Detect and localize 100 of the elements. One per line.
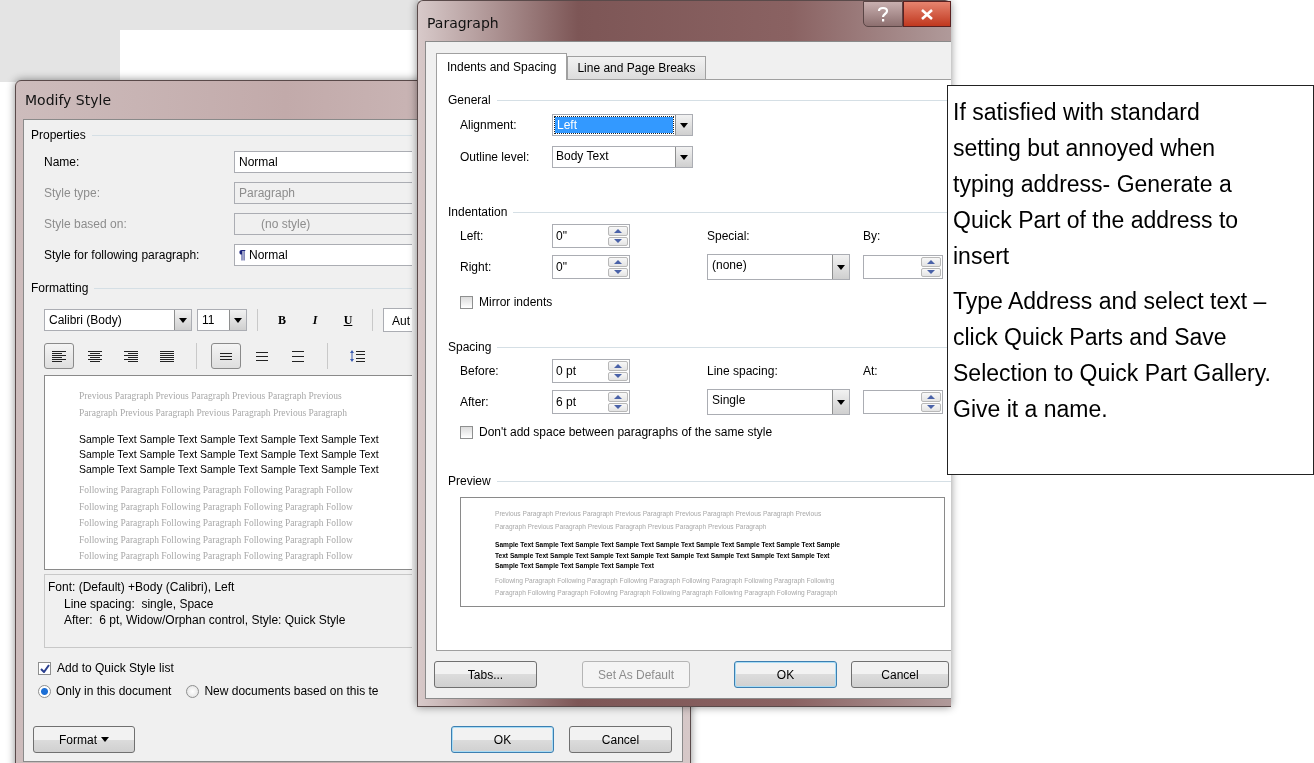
down-arrow-icon — [614, 405, 622, 410]
radio-label[interactable]: Only in this document — [56, 684, 172, 698]
dialog-button[interactable]: OK — [734, 661, 837, 688]
text-field[interactable]: Normal — [234, 151, 412, 173]
text-field[interactable]: ¶ Normal — [234, 244, 412, 266]
spacing-lines-icon — [292, 350, 304, 362]
single-spacing-button[interactable] — [211, 343, 241, 369]
radio-label[interactable]: New documents based on this te — [204, 684, 379, 698]
previous-paragraph-text: Previous Paragraph Previous Paragraph Previous Paragraph Previous Paragraph Previous Paragraph Previous Paragraph Previous Paragraph — [79, 390, 349, 420]
dropdown[interactable]: 11 — [197, 309, 247, 331]
up-arrow-icon — [614, 259, 622, 264]
group-heading: Properties — [31, 128, 86, 142]
help-button[interactable] — [863, 1, 903, 27]
spin-field[interactable]: 0" — [552, 224, 630, 248]
spin-up-button[interactable] — [608, 392, 628, 402]
dialog-button[interactable]: Cancel — [851, 661, 949, 688]
up-arrow-icon — [614, 394, 622, 399]
caret-icon — [680, 122, 688, 128]
spin-down-button[interactable] — [608, 267, 628, 277]
group-heading: General — [448, 93, 491, 107]
dropdown[interactable]: (none) — [707, 254, 850, 280]
field-label: Style for following paragraph: — [44, 248, 201, 262]
spin-down-button[interactable] — [608, 236, 628, 246]
caret-icon — [234, 317, 242, 323]
checkbox[interactable] — [460, 425, 473, 439]
note-text: Type Address and select text – click Quick Parts and Save Selection to Quick Part Gallery. Give it a name. — [953, 287, 1272, 424]
alignment-lines-icon — [160, 350, 174, 362]
checkbox-label[interactable]: Mirror indents — [479, 295, 553, 309]
group-heading: Preview — [448, 474, 491, 488]
caret-icon — [837, 399, 845, 405]
caret-icon — [101, 737, 109, 742]
format-menu-button[interactable]: Format — [33, 726, 135, 753]
caret-icon — [680, 154, 688, 160]
close-button[interactable] — [903, 1, 951, 27]
group-heading: Indentation — [448, 205, 508, 219]
bold-button[interactable]: B — [268, 309, 296, 331]
spin-down-button[interactable] — [608, 402, 628, 412]
spin-field[interactable]: 0" — [552, 255, 630, 279]
spin-field[interactable] — [863, 390, 943, 414]
field-label: Name: — [44, 155, 81, 169]
spin-down-button[interactable] — [921, 267, 941, 277]
spin-field[interactable]: 0 pt — [552, 359, 630, 383]
radio-button[interactable] — [38, 684, 51, 698]
radio-button[interactable] — [186, 684, 200, 698]
dropdown[interactable]: Calibri (Body) — [44, 309, 192, 331]
spin-up-button[interactable] — [608, 226, 628, 236]
spin-up-button[interactable] — [921, 392, 941, 402]
dialog-button[interactable]: Cancel — [569, 726, 672, 753]
spin-up-button[interactable] — [921, 257, 941, 267]
question-mark-icon — [877, 6, 889, 22]
checkmark-icon — [39, 663, 50, 673]
up-arrow-icon — [614, 228, 622, 233]
field-label: Style type: — [44, 186, 102, 200]
dropdown[interactable]: Body Text — [552, 146, 693, 168]
caret-icon — [179, 317, 187, 323]
following-paragraph-text: Following Paragraph Following Paragraph Following Paragraph Follow Following Paragraph Following Paragraph Following Paragraph Follow Following Paragraph Following Paragraph Following Paragraph Follow Following Paragraph Following Paragraph Following Paragraph Follow Following Paragraph Following Paragraph Following Paragraph Follow — [79, 484, 354, 563]
field-label: After: — [460, 395, 490, 409]
dropdown[interactable]: Single — [707, 389, 850, 415]
window-title: Paragraph — [426, 15, 499, 31]
caret-icon — [837, 264, 845, 270]
alignment-lines-icon — [52, 350, 66, 362]
spin-down-button[interactable] — [608, 371, 628, 381]
spin-up-button[interactable] — [608, 257, 628, 267]
down-arrow-icon — [614, 270, 622, 275]
checkbox-label[interactable]: Add to Quick Style list — [57, 661, 174, 675]
note-text: If satisfied with standard setting but annoyed when typing address- Generate a Quick Part of the address to insert — [953, 98, 1240, 271]
spin-field[interactable] — [863, 255, 943, 279]
checkbox[interactable] — [460, 295, 473, 309]
dialog-button[interactable]: OK — [451, 726, 554, 753]
field-label: By: — [863, 229, 882, 243]
group-heading: Formatting — [31, 281, 89, 295]
sample-text: Sample Text Sample Text Sample Text Sample Text Sample Text Sample Text Sample Text Sample Text Sample Text Sample Text Sample Text Sample Text Sample Text Sample Text Sample Text — [79, 432, 380, 477]
checkbox[interactable] — [38, 661, 51, 675]
up-arrow-icon — [614, 363, 622, 368]
field-label: Right: — [460, 260, 493, 274]
field-label: Before: — [460, 364, 500, 378]
down-arrow-icon — [614, 239, 622, 244]
tab[interactable]: Indents and Spacing — [436, 53, 568, 80]
spin-up-button[interactable] — [608, 361, 628, 371]
color-dropdown[interactable]: Aut — [383, 308, 412, 332]
checkbox-label[interactable]: Don't add space between paragraphs of the same style — [479, 425, 773, 439]
window-title: Modify Style — [24, 92, 111, 108]
align-left-button[interactable] — [44, 343, 74, 369]
group-heading: Spacing — [448, 340, 492, 354]
spin-field[interactable]: 6 pt — [552, 390, 630, 414]
italic-button[interactable]: I — [301, 309, 329, 331]
up-arrow-icon — [927, 394, 935, 399]
spacing-lines-icon — [256, 351, 268, 361]
spin-down-button[interactable] — [921, 402, 941, 412]
spacing-lines-icon — [220, 352, 232, 360]
field-label: Outline level: — [460, 150, 531, 164]
field-label: Style based on: — [44, 217, 128, 231]
underline-button[interactable]: U — [334, 309, 362, 331]
line-spacing-icon — [349, 349, 365, 363]
tab[interactable]: Line and Page Breaks — [567, 56, 706, 79]
down-arrow-icon — [927, 405, 935, 410]
dialog-button[interactable]: Tabs... — [434, 661, 537, 688]
down-arrow-icon — [614, 374, 622, 379]
field-label: At: — [863, 364, 879, 378]
field-label: Special: — [707, 229, 751, 243]
